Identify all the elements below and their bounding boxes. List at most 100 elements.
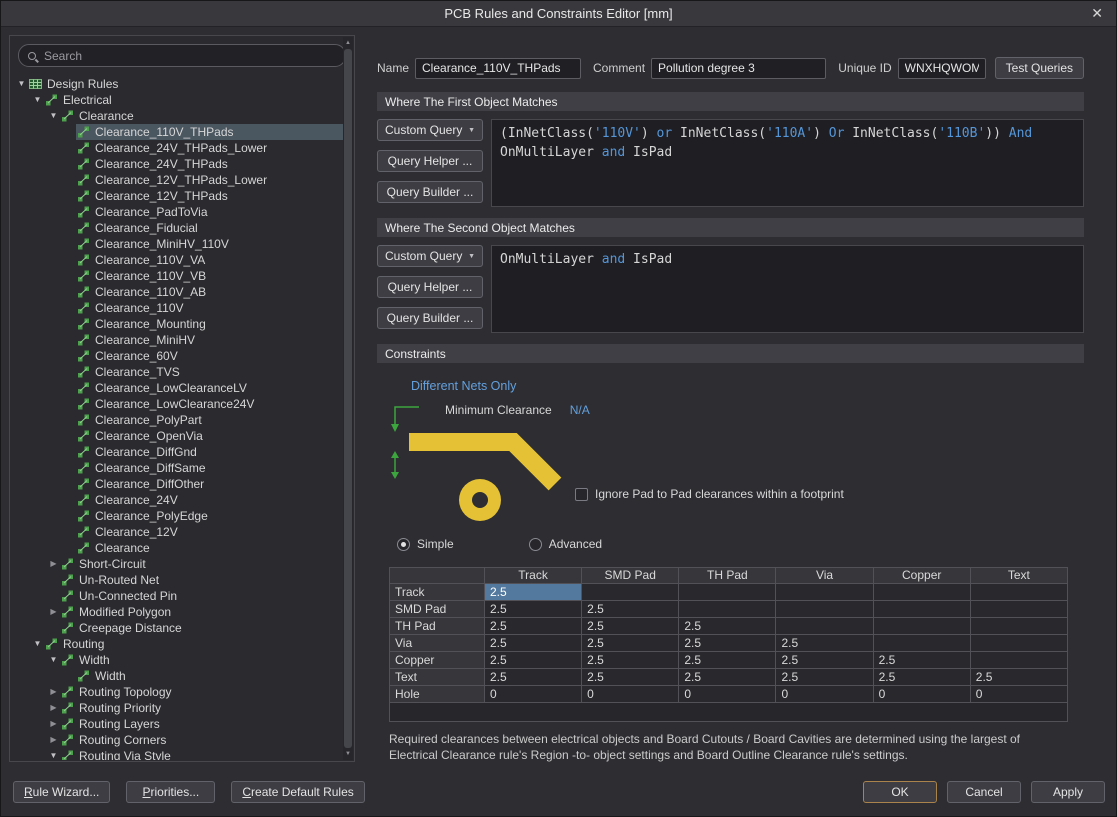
tree-item-clearance[interactable]: Clearance	[11, 540, 343, 556]
tree-item-clearance-fiducial[interactable]: Clearance_Fiducial	[11, 220, 343, 236]
different-nets-only-link[interactable]: Different Nets Only	[411, 379, 516, 393]
matrix-cell[interactable]: 0	[485, 686, 582, 703]
collapse-arrow-icon[interactable]: ▼	[15, 76, 28, 92]
matrix-cell[interactable]: 2.5	[776, 635, 873, 652]
matrix-cell[interactable]: 0	[582, 686, 679, 703]
ok-button[interactable]: OK	[863, 781, 937, 803]
matrix-cell[interactable]	[873, 618, 970, 635]
tree-item-clearance-110v[interactable]: Clearance_110V	[11, 300, 343, 316]
tree-item-clearance-minihv[interactable]: Clearance_MiniHV	[11, 332, 343, 348]
tree-item-routing-priority[interactable]: ▶Routing Priority	[11, 700, 343, 716]
test-queries-button[interactable]: Test Queries	[995, 57, 1084, 79]
expand-arrow-icon[interactable]: ▶	[47, 556, 60, 572]
matrix-cell[interactable]	[776, 618, 873, 635]
tree-item-routing-topology[interactable]: ▶Routing Topology	[11, 684, 343, 700]
matrix-cell[interactable]	[679, 584, 776, 601]
second-query-helper-button[interactable]: Query Helper ...	[377, 276, 483, 298]
collapse-arrow-icon[interactable]: ▼	[31, 92, 44, 108]
tree-item-clearance-110v-thpads[interactable]: Clearance_110V_THPads	[11, 124, 343, 140]
tree-item-short-circuit[interactable]: ▶Short-Circuit	[11, 556, 343, 572]
simple-radio[interactable]	[397, 538, 410, 551]
matrix-cell[interactable]	[970, 601, 1067, 618]
scrollbar-thumb[interactable]	[344, 49, 352, 748]
tree-item-electrical[interactable]: ▼Electrical	[11, 92, 343, 108]
second-query-mode-dropdown[interactable]: Custom Query ▼	[377, 245, 483, 267]
tree-item-clearance-polypart[interactable]: Clearance_PolyPart	[11, 412, 343, 428]
matrix-cell[interactable]	[873, 601, 970, 618]
matrix-cell[interactable]: 0	[679, 686, 776, 703]
tree-item-clearance-minihv-110v[interactable]: Clearance_MiniHV_110V	[11, 236, 343, 252]
matrix-cell[interactable]: 2.5	[776, 669, 873, 686]
tree-item-clearance-12v-thpads-lower[interactable]: Clearance_12V_THPads_Lower	[11, 172, 343, 188]
matrix-cell[interactable]: 0	[970, 686, 1067, 703]
search-input[interactable]	[44, 49, 336, 63]
first-query-helper-button[interactable]: Query Helper ...	[377, 150, 483, 172]
advanced-radio[interactable]	[529, 538, 542, 551]
matrix-cell[interactable]: 0	[873, 686, 970, 703]
priorities-button[interactable]: Priorities...	[126, 781, 215, 803]
first-query-text[interactable]: (InNetClass('110V') or InNetClass('110A'…	[491, 119, 1084, 207]
matrix-cell[interactable]	[970, 618, 1067, 635]
tree-item-clearance-polyedge[interactable]: Clearance_PolyEdge	[11, 508, 343, 524]
matrix-cell[interactable]: 2.5	[582, 618, 679, 635]
matrix-cell[interactable]: 2.5	[970, 669, 1067, 686]
tree-item-clearance-lowclearancelv[interactable]: Clearance_LowClearanceLV	[11, 380, 343, 396]
matrix-cell[interactable]: 2.5	[873, 652, 970, 669]
tree-item-clearance-padtovia[interactable]: Clearance_PadToVia	[11, 204, 343, 220]
matrix-cell[interactable]: 2.5	[582, 669, 679, 686]
second-query-text[interactable]: OnMultiLayer and IsPad	[491, 245, 1084, 333]
tree-item-clearance-110v-ab[interactable]: Clearance_110V_AB	[11, 284, 343, 300]
matrix-cell[interactable]: 2.5	[485, 601, 582, 618]
matrix-cell[interactable]: 2.5	[582, 652, 679, 669]
matrix-cell[interactable]: 2.5	[485, 584, 582, 601]
tree-item-clearance-12v[interactable]: Clearance_12V	[11, 524, 343, 540]
matrix-cell[interactable]: 2.5	[485, 652, 582, 669]
collapse-arrow-icon[interactable]: ▼	[47, 652, 60, 668]
unique-id-input[interactable]	[898, 58, 986, 79]
tree-item-clearance-mounting[interactable]: Clearance_Mounting	[11, 316, 343, 332]
matrix-cell[interactable]	[776, 601, 873, 618]
tree-item-clearance-110v-vb[interactable]: Clearance_110V_VB	[11, 268, 343, 284]
tree-item-un-routed-net[interactable]: Un-Routed Net	[11, 572, 343, 588]
matrix-cell[interactable]: 2.5	[485, 618, 582, 635]
collapse-arrow-icon[interactable]: ▼	[31, 636, 44, 652]
tree-item-clearance-diffgnd[interactable]: Clearance_DiffGnd	[11, 444, 343, 460]
tree-item-un-connected-pin[interactable]: Un-Connected Pin	[11, 588, 343, 604]
ignore-pad-checkbox-row[interactable]: Ignore Pad to Pad clearances within a fo…	[575, 487, 844, 501]
rule-name-input[interactable]	[415, 58, 581, 79]
tree-item-clearance-60v[interactable]: Clearance_60V	[11, 348, 343, 364]
tree-item-width[interactable]: Width	[11, 668, 343, 684]
matrix-cell[interactable]: 0	[776, 686, 873, 703]
matrix-cell[interactable]: 2.5	[582, 601, 679, 618]
collapse-arrow-icon[interactable]: ▼	[47, 108, 60, 124]
matrix-cell[interactable]: 2.5	[485, 669, 582, 686]
matrix-cell[interactable]	[873, 584, 970, 601]
collapse-arrow-icon[interactable]: ▼	[47, 748, 60, 760]
matrix-cell[interactable]: 2.5	[679, 635, 776, 652]
create-default-rules-button[interactable]: Create Default Rules	[231, 781, 364, 803]
matrix-cell[interactable]	[582, 584, 679, 601]
tree-item-clearance-24v-thpads[interactable]: Clearance_24V_THPads	[11, 156, 343, 172]
tree-item-routing-via-style[interactable]: ▼Routing Via Style	[11, 748, 343, 760]
tree-item-clearance-12v-thpads[interactable]: Clearance_12V_THPads	[11, 188, 343, 204]
search-box[interactable]	[18, 44, 346, 67]
matrix-cell[interactable]: 2.5	[776, 652, 873, 669]
matrix-cell[interactable]	[970, 584, 1067, 601]
tree-item-clearance-24v-thpads-lower[interactable]: Clearance_24V_THPads_Lower	[11, 140, 343, 156]
comment-input[interactable]	[651, 58, 826, 79]
scroll-up-icon[interactable]: ▲	[343, 38, 353, 48]
matrix-cell[interactable]	[873, 635, 970, 652]
tree-item-routing-layers[interactable]: ▶Routing Layers	[11, 716, 343, 732]
tree-item-routing-corners[interactable]: ▶Routing Corners	[11, 732, 343, 748]
first-query-builder-button[interactable]: Query Builder ...	[377, 181, 483, 203]
rule-wizard-button[interactable]: Rule Wizard...	[13, 781, 110, 803]
ignore-pad-checkbox-icon[interactable]	[575, 488, 588, 501]
expand-arrow-icon[interactable]: ▶	[47, 732, 60, 748]
tree-item-clearance-openvia[interactable]: Clearance_OpenVia	[11, 428, 343, 444]
tree-item-design-rules[interactable]: ▼Design Rules	[11, 76, 343, 92]
expand-arrow-icon[interactable]: ▶	[47, 700, 60, 716]
expand-arrow-icon[interactable]: ▶	[47, 716, 60, 732]
tree-item-routing[interactable]: ▼Routing	[11, 636, 343, 652]
apply-button[interactable]: Apply	[1031, 781, 1105, 803]
tree-scrollbar[interactable]: ▲ ▼	[343, 37, 353, 760]
